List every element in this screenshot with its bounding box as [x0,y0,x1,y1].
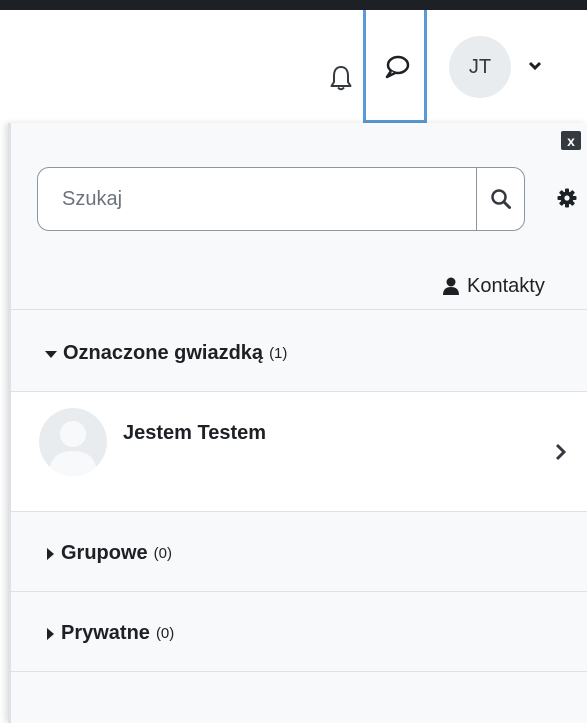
contact-name: Jestem Testem [123,422,267,444]
search-button[interactable] [476,168,524,230]
section-group: Grupowe (0) [11,511,587,591]
chevron-right-icon [555,443,567,461]
message-drawer: x Kontakty [8,123,587,723]
close-icon: x [567,132,575,149]
caret-right-icon [47,627,54,640]
section-count: (1) [269,345,288,362]
section-title: Oznaczone gwiazdką [63,342,264,364]
user-icon [443,277,459,295]
contacts-label: Kontakty [467,274,545,297]
section-count: (0) [153,545,173,562]
section-private: Prywatne (0) [11,591,587,671]
gear-icon[interactable] [557,188,577,208]
default-user-avatar-icon [49,421,97,476]
section-title: Grupowe [61,542,148,564]
user-avatar[interactable]: JT [449,36,511,98]
chevron-down-icon[interactable] [528,60,542,72]
contacts-link[interactable]: Kontakty [443,273,545,299]
list-item[interactable]: Jestem Testem [11,391,587,511]
bell-icon[interactable] [330,65,352,91]
user-initials: JT [468,55,492,78]
section-starred-toggle[interactable]: Oznaczone gwiazdką (1) [45,342,287,365]
avatar [39,408,107,476]
section-private-toggle[interactable]: Prywatne (0) [45,622,174,645]
messages-toggle-button[interactable] [363,10,427,123]
section-title: Prywatne [61,622,150,644]
search-box [37,167,525,231]
search-icon [491,189,511,209]
section-group-toggle[interactable]: Grupowe (0) [45,542,172,565]
section-count: (0) [155,625,175,642]
caret-down-icon [45,350,57,358]
search-input[interactable] [38,168,476,230]
top-dark-bar [0,0,587,10]
drawer-bottom-divider [11,671,587,723]
caret-right-icon [47,547,54,560]
speech-bubble-icon [385,55,410,79]
close-drawer-button[interactable]: x [561,131,581,150]
section-starred: Oznaczone gwiazdką (1) [11,309,587,391]
